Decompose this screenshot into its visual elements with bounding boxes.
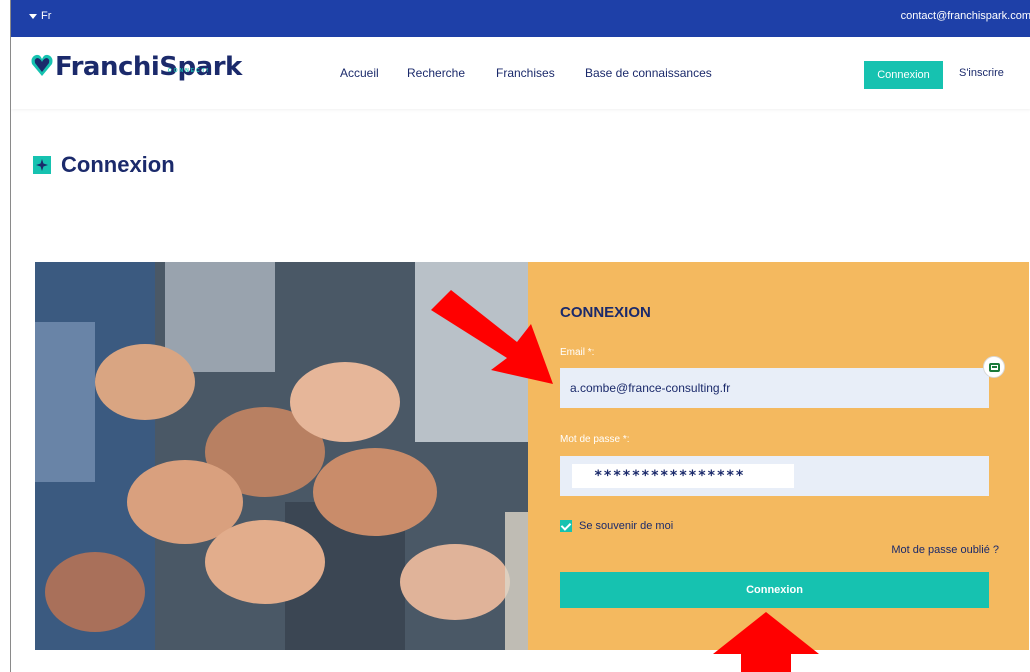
logo[interactable]: FranchiSpark	[31, 52, 242, 82]
heart-logo-icon	[31, 54, 53, 76]
checkbox-checked-icon	[560, 520, 572, 532]
email-label: Email *:	[560, 347, 594, 358]
top-bar: Fr contact@franchispark.com	[11, 0, 1030, 37]
email-field[interactable]: a.combe@france-consulting.fr	[560, 368, 989, 408]
logo-text: FranchiSpark	[55, 52, 242, 82]
contact-email-link[interactable]: contact@franchispark.com	[901, 10, 1030, 22]
email-label-text: Email	[560, 347, 586, 358]
password-manager-icon[interactable]	[983, 356, 1005, 378]
header-login-button[interactable]: Connexion	[864, 61, 943, 89]
email-value: a.combe@france-consulting.fr	[570, 381, 731, 395]
password-field[interactable]: ****************	[560, 456, 989, 496]
remember-me-label: Se souvenir de moi	[579, 520, 674, 532]
red-arrow-annotation-email	[431, 290, 553, 384]
password-label: Mot de passe *:	[560, 434, 630, 445]
password-mask: ****************	[572, 464, 794, 488]
nav-item-accueil[interactable]: Accueil	[340, 66, 379, 80]
login-panel: CONNEXION Email *: a.combe@france-consul…	[528, 262, 1029, 650]
page-title: Connexion	[61, 152, 175, 177]
sparkle-icon	[33, 156, 51, 174]
login-form-title: CONNEXION	[560, 304, 651, 321]
logo-subtitle: CONNECT!	[168, 68, 211, 74]
page-heading: Connexion	[33, 152, 175, 178]
nav-item-franchises[interactable]: Franchises	[496, 66, 555, 80]
password-label-text: Mot de passe	[560, 434, 621, 445]
nav-item-recherche[interactable]: Recherche	[407, 66, 465, 80]
email-required-mark: *:	[585, 347, 595, 358]
remember-me-checkbox[interactable]: Se souvenir de moi	[560, 520, 673, 532]
forgot-password-link[interactable]: Mot de passe oublié ?	[891, 544, 999, 556]
red-arrow-annotation-submit	[713, 612, 819, 672]
signup-link[interactable]: S'inscrire	[959, 67, 1004, 79]
main-nav: FranchiSpark CONNECT! Accueil Recherche …	[11, 37, 1030, 109]
password-manager-glyph	[988, 362, 1000, 372]
password-required-mark: *:	[620, 434, 630, 445]
nav-item-base-connaissances[interactable]: Base de connaissances	[585, 66, 712, 80]
language-selector[interactable]: Fr	[29, 10, 51, 22]
caret-down-icon	[29, 13, 37, 19]
language-label: Fr	[41, 10, 52, 22]
browser-page: Fr contact@franchispark.com FranchiSpark…	[10, 0, 1030, 672]
submit-login-button[interactable]: Connexion	[560, 572, 989, 608]
